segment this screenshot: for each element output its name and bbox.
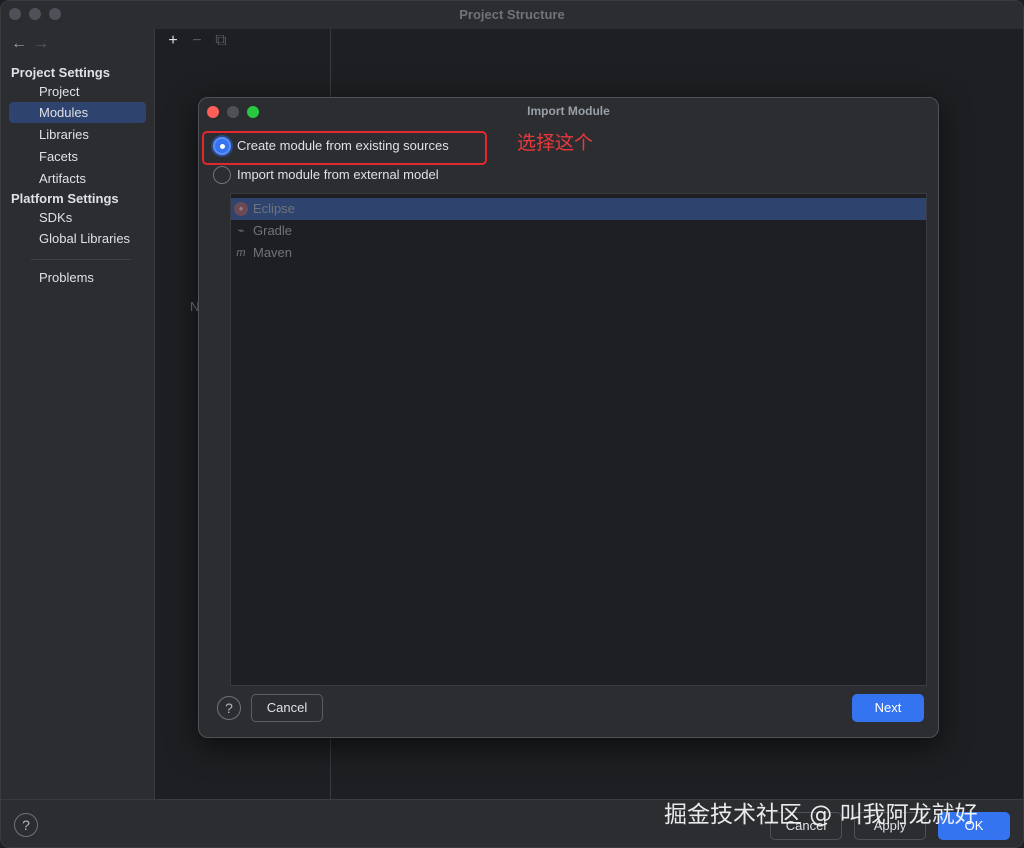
back-arrow-icon[interactable]: ← [11, 35, 33, 53]
sidebar-item-facets[interactable]: Facets [9, 146, 146, 167]
annotation-text: 选择这个 [517, 132, 594, 154]
list-item-eclipse[interactable]: ● Eclipse [231, 198, 926, 220]
sidebar-divider [31, 259, 131, 260]
radio-checked-icon[interactable] [213, 137, 231, 155]
dialog-help-button[interactable]: ? [217, 696, 241, 720]
platform-settings-header: Platform Settings [11, 191, 119, 206]
sidebar-item-artifacts[interactable]: Artifacts [9, 168, 146, 189]
project-settings-header: Project Settings [11, 65, 110, 80]
settings-sidebar: ← → Project Settings Project Modules Libr… [1, 29, 154, 799]
watermark-text: 掘金技术社区 @ 叫我阿龙就好 [664, 802, 978, 828]
list-item-label: Maven [253, 245, 293, 260]
dialog-title: Import Module [527, 104, 610, 118]
radio-import-label: Import module from external model [237, 167, 439, 182]
radio-unchecked-icon[interactable] [213, 166, 231, 184]
external-model-list: ● Eclipse ⌁ Gradle m Maven [230, 193, 927, 686]
copy-icon[interactable]: ⧉ [209, 32, 233, 50]
modules-toolbar: + − ⧉ [161, 32, 233, 50]
dialog-cancel-button[interactable]: Cancel [251, 694, 323, 722]
list-item-maven[interactable]: m Maven [231, 242, 926, 264]
list-item-label: Eclipse [253, 201, 295, 216]
forward-arrow-icon[interactable]: → [33, 35, 55, 53]
nav-arrows: ← → [11, 35, 55, 53]
title-bar: Project Structure [1, 1, 1023, 29]
help-button[interactable]: ? [14, 813, 38, 837]
sidebar-item-libraries[interactable]: Libraries [9, 124, 146, 145]
eclipse-icon: ● [234, 202, 248, 216]
list-item-label: Gradle [253, 223, 293, 238]
window-title: Project Structure [459, 7, 565, 22]
sidebar-item-problems[interactable]: Problems [9, 267, 146, 288]
sidebar-item-global-libraries[interactable]: Global Libraries [9, 228, 146, 249]
maven-icon: m [236, 247, 246, 259]
list-item-gradle[interactable]: ⌁ Gradle [231, 220, 926, 242]
sidebar-item-modules[interactable]: Modules [9, 102, 146, 123]
sidebar-item-project[interactable]: Project [9, 81, 146, 102]
remove-icon[interactable]: − [185, 32, 209, 50]
sidebar-item-sdks[interactable]: SDKs [9, 207, 146, 228]
gradle-icon: ⌁ [237, 225, 245, 237]
radio-create-label: Create module from existing sources [237, 138, 449, 153]
next-button[interactable]: Next [852, 694, 924, 722]
add-icon[interactable]: + [161, 32, 185, 50]
import-module-dialog: Import Module 选择这个 Create module from ex… [198, 97, 939, 738]
